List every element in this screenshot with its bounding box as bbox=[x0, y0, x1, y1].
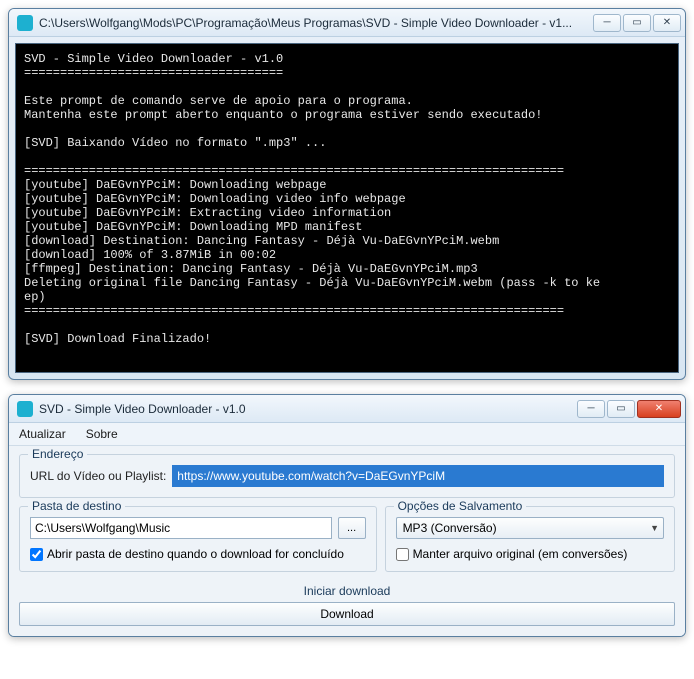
url-input[interactable] bbox=[172, 465, 664, 487]
group-opcoes-legend: Opções de Salvamento bbox=[394, 499, 527, 513]
format-select-value: MP3 (Conversão) bbox=[403, 521, 497, 535]
group-pasta-legend: Pasta de destino bbox=[28, 499, 125, 513]
minimize-button[interactable]: ─ bbox=[593, 14, 621, 32]
app-title: SVD - Simple Video Downloader - v1.0 bbox=[39, 402, 577, 416]
open-folder-checkbox[interactable] bbox=[30, 548, 43, 561]
window-controls: ─ ▭ ✕ bbox=[577, 400, 681, 418]
menu-atualizar[interactable]: Atualizar bbox=[15, 425, 70, 443]
download-button[interactable]: Download bbox=[19, 602, 675, 626]
format-select[interactable]: MP3 (Conversão) ▼ bbox=[396, 517, 664, 539]
client-area: Endereço URL do Vídeo ou Playlist: Pasta… bbox=[9, 446, 685, 636]
group-endereco-legend: Endereço bbox=[28, 447, 87, 461]
group-pasta: Pasta de destino ... Abrir pasta de dest… bbox=[19, 506, 377, 572]
close-button[interactable]: ✕ bbox=[653, 14, 681, 32]
console-title: C:\Users\Wolfgang\Mods\PC\Programação\Me… bbox=[39, 16, 593, 30]
keep-original-checkbox[interactable] bbox=[396, 548, 409, 561]
browse-button[interactable]: ... bbox=[338, 517, 366, 539]
group-endereco: Endereço URL do Vídeo ou Playlist: bbox=[19, 454, 675, 498]
maximize-button[interactable]: ▭ bbox=[607, 400, 635, 418]
console-titlebar[interactable]: C:\Users\Wolfgang\Mods\PC\Programação\Me… bbox=[9, 9, 685, 37]
console-window: C:\Users\Wolfgang\Mods\PC\Programação\Me… bbox=[8, 8, 686, 380]
console-output: SVD - Simple Video Downloader - v1.0 ===… bbox=[15, 43, 679, 373]
start-legend: Iniciar download bbox=[19, 584, 675, 598]
maximize-button[interactable]: ▭ bbox=[623, 14, 651, 32]
menu-sobre[interactable]: Sobre bbox=[82, 425, 122, 443]
app-titlebar[interactable]: SVD - Simple Video Downloader - v1.0 ─ ▭… bbox=[9, 395, 685, 423]
close-button[interactable]: ✕ bbox=[637, 400, 681, 418]
app-icon bbox=[17, 15, 33, 31]
url-label: URL do Vídeo ou Playlist: bbox=[30, 469, 166, 483]
group-opcoes: Opções de Salvamento MP3 (Conversão) ▼ M… bbox=[385, 506, 675, 572]
open-folder-label: Abrir pasta de destino quando o download… bbox=[47, 547, 344, 561]
app-window: SVD - Simple Video Downloader - v1.0 ─ ▭… bbox=[8, 394, 686, 637]
window-controls: ─ ▭ ✕ bbox=[593, 14, 681, 32]
keep-original-check-row[interactable]: Manter arquivo original (em conversões) bbox=[396, 547, 664, 561]
keep-original-label: Manter arquivo original (em conversões) bbox=[413, 547, 628, 561]
path-input[interactable] bbox=[30, 517, 332, 539]
menubar: Atualizar Sobre bbox=[9, 423, 685, 446]
app-icon bbox=[17, 401, 33, 417]
chevron-down-icon: ▼ bbox=[650, 523, 659, 533]
open-folder-check-row[interactable]: Abrir pasta de destino quando o download… bbox=[30, 547, 366, 561]
minimize-button[interactable]: ─ bbox=[577, 400, 605, 418]
